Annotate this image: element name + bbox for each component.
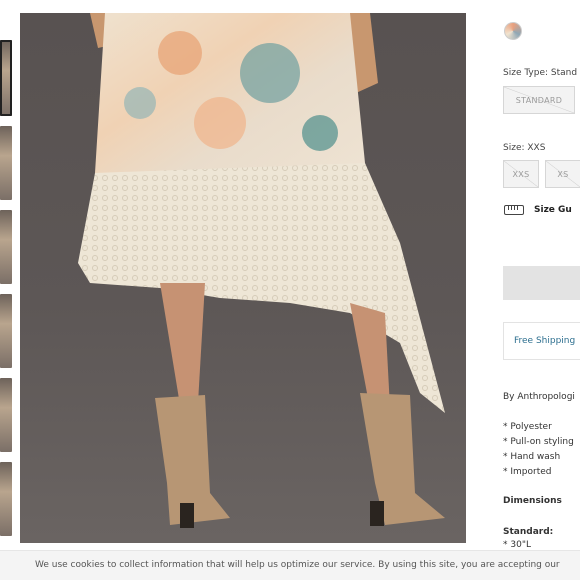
color-swatch[interactable] [504,22,522,40]
thumbnail-6[interactable] [0,462,12,536]
product-image[interactable] [20,13,466,543]
size-label: Size: XXS [503,143,546,153]
product-photo-illustration [78,13,445,528]
cookie-banner-text: We use cookies to collect information th… [35,560,560,570]
detail-item: * Polyester [503,422,552,432]
add-to-bag-button[interactable] [503,266,580,300]
thumbnail-2[interactable] [0,126,12,200]
detail-item: * Imported [503,467,552,477]
detail-item: * Hand wash [503,452,561,462]
thumbnail-5[interactable] [0,378,12,452]
thumbnail-strip [0,0,14,580]
dimensions-heading: Dimensions [503,496,562,506]
thumbnail-1[interactable] [0,40,12,116]
cookie-banner: We use cookies to collect information th… [0,550,580,580]
ruler-icon [504,205,524,215]
detail-item: * Pull-on styling [503,437,574,447]
size-type-label: Size Type: Stand [503,68,578,78]
thumbnail-3[interactable] [0,210,12,284]
size-type-option-standard[interactable]: STANDARD [503,86,575,114]
product-info-panel: Size Type: Stand STANDARD Size: XXS XXS … [490,0,580,580]
size-guide-label: Size Gu [534,205,572,215]
size-guide-link[interactable]: Size Gu [504,205,572,215]
free-shipping-box[interactable]: Free Shipping [503,322,580,360]
brand-text: By Anthropologi [503,392,575,402]
thumbnail-4[interactable] [0,294,12,368]
standard-heading: Standard: [503,527,554,537]
free-shipping-text: Free Shipping [514,336,576,346]
size-option-xxs[interactable]: XXS [503,160,539,188]
size-option-xs[interactable]: XS [545,160,580,188]
